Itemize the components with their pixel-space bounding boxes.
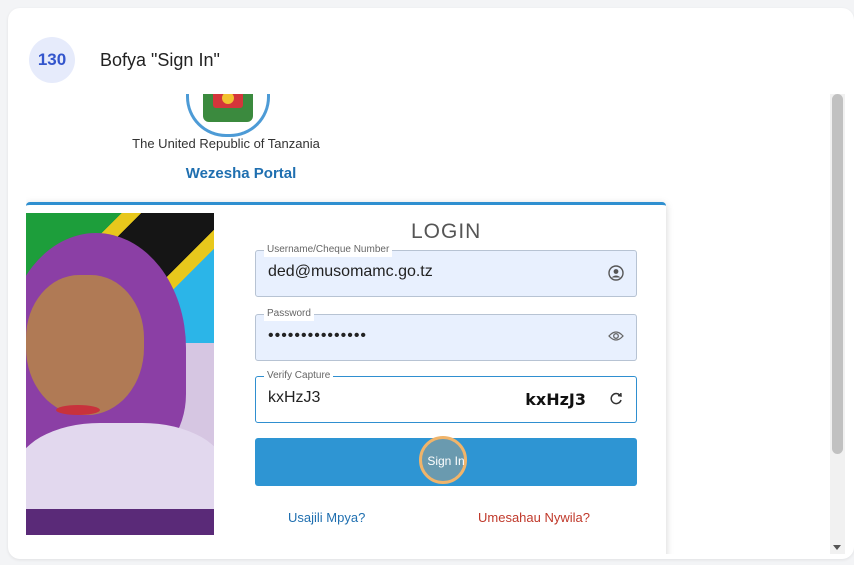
password-input[interactable]: ••••••••••••••• xyxy=(268,327,367,345)
face-shape xyxy=(26,275,144,415)
captcha-code: kxHzJ3 xyxy=(525,390,586,409)
sign-in-button[interactable]: Sign In xyxy=(255,436,637,486)
coat-of-arms-icon xyxy=(186,94,270,137)
portal-title: Wezesha Portal xyxy=(185,165,297,182)
scrollbar-thumb[interactable] xyxy=(832,94,843,454)
password-label: Password xyxy=(264,307,314,321)
step-instruction: Bofya "Sign In" xyxy=(100,50,220,70)
login-panel: LOGIN Username/Cheque Number ded@musomam… xyxy=(26,202,666,554)
scroll-down-icon[interactable] xyxy=(833,545,841,550)
user-circle-icon xyxy=(608,265,624,284)
photo-footer-bar xyxy=(26,509,214,535)
sign-in-label: Sign In xyxy=(427,454,465,468)
forgot-password-link[interactable]: Umesahau Nywila? xyxy=(478,510,590,525)
captcha-label: Verify Capture xyxy=(264,369,334,383)
eye-icon[interactable] xyxy=(608,329,624,345)
username-field[interactable]: Username/Cheque Number ded@musomamc.go.t… xyxy=(255,243,637,297)
username-input[interactable]: ded@musomamc.go.tz xyxy=(268,263,433,281)
captcha-field[interactable]: Verify Capture kxHzJ3 kxHzJ3 xyxy=(255,369,637,423)
republic-label: The United Republic of Tanzania xyxy=(132,136,320,151)
password-field[interactable]: Password ••••••••••••••• xyxy=(255,307,637,361)
president-photo xyxy=(26,213,214,535)
lips-shape xyxy=(56,405,100,415)
refresh-icon[interactable] xyxy=(608,391,624,410)
captcha-input[interactable]: kxHzJ3 xyxy=(268,389,320,407)
register-link[interactable]: Usajili Mpya? xyxy=(288,510,365,525)
login-title: LOGIN xyxy=(411,220,482,243)
username-label: Username/Cheque Number xyxy=(264,243,393,257)
step-number-badge: 130 xyxy=(29,37,75,83)
scrollbar[interactable] xyxy=(830,94,845,554)
screenshot-frame: The United Republic of Tanzania Wezesha … xyxy=(26,94,832,554)
